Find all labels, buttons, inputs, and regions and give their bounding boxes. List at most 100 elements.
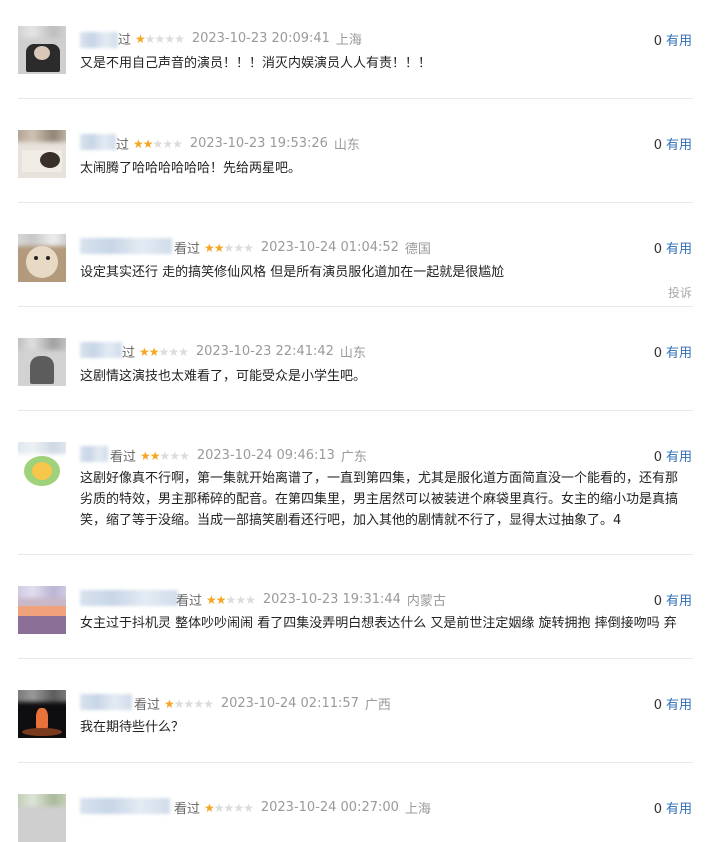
rating-stars: ★ ★ ★ ★ ★ [204,240,254,255]
username-blurred[interactable] [80,590,178,606]
comment-meta: 过 ★ ★ ★ ★ ★ 2023-10-23 22:41:42 山东 [122,342,366,361]
comment-meta: 看过 ★ ★ ★ ★ ★ 2023-10-23 19:31:44 内蒙古 [176,590,446,609]
star-icon: ★ [162,136,173,151]
useful-button[interactable]: 0 有用 [654,446,692,465]
star-icon: ★ [179,448,190,463]
star-icon: ★ [233,240,244,255]
star-icon: ★ [135,31,146,46]
comment-text: 太闹腾了哈哈哈哈哈哈！先给两星吧。 [80,161,302,176]
useful-count: 0 [653,698,662,713]
star-icon: ★ [173,696,185,711]
useful-button[interactable]: 0 有用 [654,590,692,609]
useful-button[interactable]: 0 有用 [654,134,692,153]
star-icon: ★ [139,344,150,359]
star-icon: ★ [159,448,171,463]
star-icon: ★ [164,696,175,711]
comment-time: 2023-10-24 02:11:57 [220,696,359,711]
report-link[interactable]: 投诉 [668,284,692,301]
star-icon: ★ [204,800,215,815]
avatar[interactable] [18,234,66,282]
rating-stars: ★ ★ ★ ★ ★ [204,800,254,815]
star-icon: ★ [140,448,151,463]
star-icon: ★ [235,592,246,607]
useful-label: 有用 [665,138,692,153]
watched-label: 看过 [110,450,137,465]
avatar[interactable] [18,794,66,842]
comment-location: 德国 [404,242,431,257]
comment-meta: 过 ★ ★ ★ ★ ★ 2023-10-23 19:53:26 山东 [116,134,360,153]
comment-text: 设定其实还行 走的搞笑修仙风格 但是所有演员服化道加在一起就是很尴尬 [80,265,505,280]
comment-time: 2023-10-23 19:53:26 [189,136,328,151]
star-icon: ★ [172,136,183,151]
star-icon: ★ [193,696,204,711]
avatar[interactable] [18,586,66,634]
star-icon: ★ [225,592,237,607]
avatar[interactable] [18,690,66,738]
watched-label: 过 [118,33,132,48]
star-icon: ★ [149,448,161,463]
comment-meta: 看过 ★ ★ ★ ★ ★ 2023-10-24 00:27:00 上海 [174,798,431,817]
useful-button[interactable]: 0 有用 [654,238,692,257]
watched-label: 看过 [176,594,203,609]
comment-time: 2023-10-23 19:31:44 [262,592,401,607]
useful-count: 0 [653,242,662,257]
useful-label: 有用 [665,346,692,361]
avatar[interactable] [18,130,66,178]
star-icon: ★ [133,136,144,151]
divider [18,658,693,659]
star-icon: ★ [243,800,254,815]
star-icon: ★ [142,136,154,151]
watched-label: 看过 [174,242,201,257]
divider [18,410,693,411]
comment-meta: 看过 ★ ★ ★ ★ ★ 2023-10-24 09:46:13 广东 [110,446,367,465]
star-icon: ★ [223,240,235,255]
divider [18,554,693,555]
divider [18,202,693,203]
rating-stars: ★ ★ ★ ★ ★ [164,696,214,711]
star-icon: ★ [204,240,215,255]
rating-stars: ★ ★ ★ ★ ★ [135,31,185,46]
star-icon: ★ [178,344,189,359]
comment-text: 女主过于抖机灵 整体吵吵闹闹 看了四集没弄明白想表达什么 又是前世注定姻缘 旋转… [80,616,677,631]
useful-label: 有用 [665,594,692,609]
useful-label: 有用 [665,242,692,257]
watched-label: 看过 [134,698,161,713]
star-icon: ★ [233,800,244,815]
star-icon: ★ [223,800,235,815]
star-icon: ★ [203,696,214,711]
rating-stars: ★ ★ ★ ★ ★ [133,136,183,151]
comment-location: 广西 [364,698,391,713]
username-blurred[interactable] [80,798,170,814]
useful-button[interactable]: 0 有用 [654,342,692,361]
avatar[interactable] [18,338,66,386]
username-blurred[interactable] [80,238,172,254]
useful-count: 0 [653,34,662,49]
username-blurred[interactable] [80,446,108,462]
star-icon: ★ [164,31,175,46]
useful-label: 有用 [665,450,692,465]
useful-button[interactable]: 0 有用 [654,30,692,49]
username-blurred[interactable] [80,342,122,358]
comment-time: 2023-10-23 20:09:41 [191,31,330,46]
comment-text: 又是不用自己声音的演员！！！消灭内娱演员人人有责！！！ [80,56,432,71]
comment-time: 2023-10-23 22:41:42 [195,344,334,359]
comment-meta: 看过 ★ ★ ★ ★ ★ 2023-10-24 01:04:52 德国 [174,238,431,257]
username-blurred[interactable] [80,134,116,150]
avatar[interactable] [18,26,66,74]
rating-stars: ★ ★ ★ ★ ★ [140,448,190,463]
star-icon: ★ [169,448,180,463]
comment-location: 上海 [335,33,362,48]
username-blurred[interactable] [80,32,118,48]
comment-time: 2023-10-24 09:46:13 [196,448,335,463]
avatar[interactable] [18,442,66,490]
useful-button[interactable]: 0 有用 [654,798,692,817]
star-icon: ★ [215,592,227,607]
star-icon: ★ [213,800,225,815]
comment-meta: 过 ★ ★ ★ ★ ★ 2023-10-23 20:09:41 上海 [118,29,362,48]
useful-button[interactable]: 0 有用 [654,694,692,713]
star-icon: ★ [154,31,166,46]
comment-location: 内蒙古 [406,594,446,609]
comment-location: 上海 [404,802,431,817]
username-blurred[interactable] [80,694,132,710]
rating-stars: ★ ★ ★ ★ ★ [206,592,256,607]
